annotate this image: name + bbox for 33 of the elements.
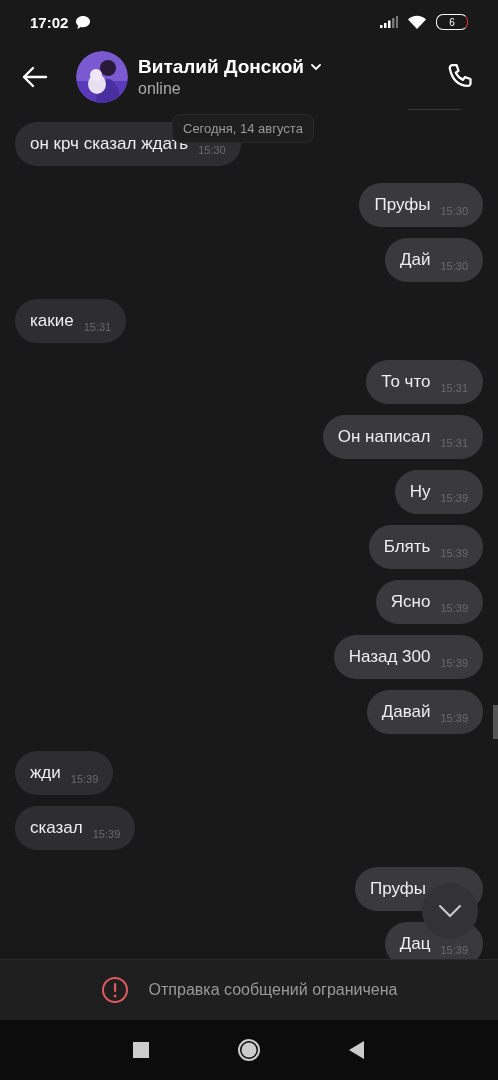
home-icon[interactable] [237, 1038, 261, 1062]
message-text: То что [381, 371, 431, 392]
message-text: Назад 300 [348, 646, 431, 667]
contact-status: online [138, 79, 182, 98]
message-text: Пруфы [370, 878, 426, 899]
signal-icon [380, 16, 398, 29]
clock-time: 17:02 [30, 13, 69, 31]
message-text: Он написал [337, 426, 431, 447]
warning-icon [100, 976, 129, 1005]
chevron-down-icon[interactable] [309, 62, 322, 71]
chat-bubble-icon [76, 15, 91, 29]
message-time: 15:39 [92, 827, 121, 840]
message-text: сказал [30, 817, 83, 838]
message-time: 15:31 [83, 320, 112, 333]
battery-icon: 6 [436, 14, 468, 31]
message-time: 15:39 [70, 772, 99, 785]
message-text: Блять [383, 536, 431, 557]
back-icon[interactable] [349, 1041, 365, 1059]
message-text: Пруфы [374, 194, 431, 215]
message-text: Дац [399, 933, 431, 954]
message-text: Давай [381, 701, 431, 722]
message-text: Ясно [390, 591, 431, 612]
back-arrow-icon[interactable] [22, 65, 48, 88]
message-text: Дай [400, 249, 431, 270]
chevron-down-icon [438, 903, 462, 918]
restriction-notice: Отправка сообщений ограничена [148, 981, 398, 1000]
message-text: жди [30, 762, 61, 783]
scrollbar-thumb [493, 704, 498, 739]
message-text: Ну [409, 481, 431, 502]
message-time: 15:30 [198, 143, 226, 156]
contact-name[interactable]: Виталий Донской [138, 55, 304, 78]
wifi-icon [408, 15, 426, 30]
message-text: какие [30, 310, 74, 331]
